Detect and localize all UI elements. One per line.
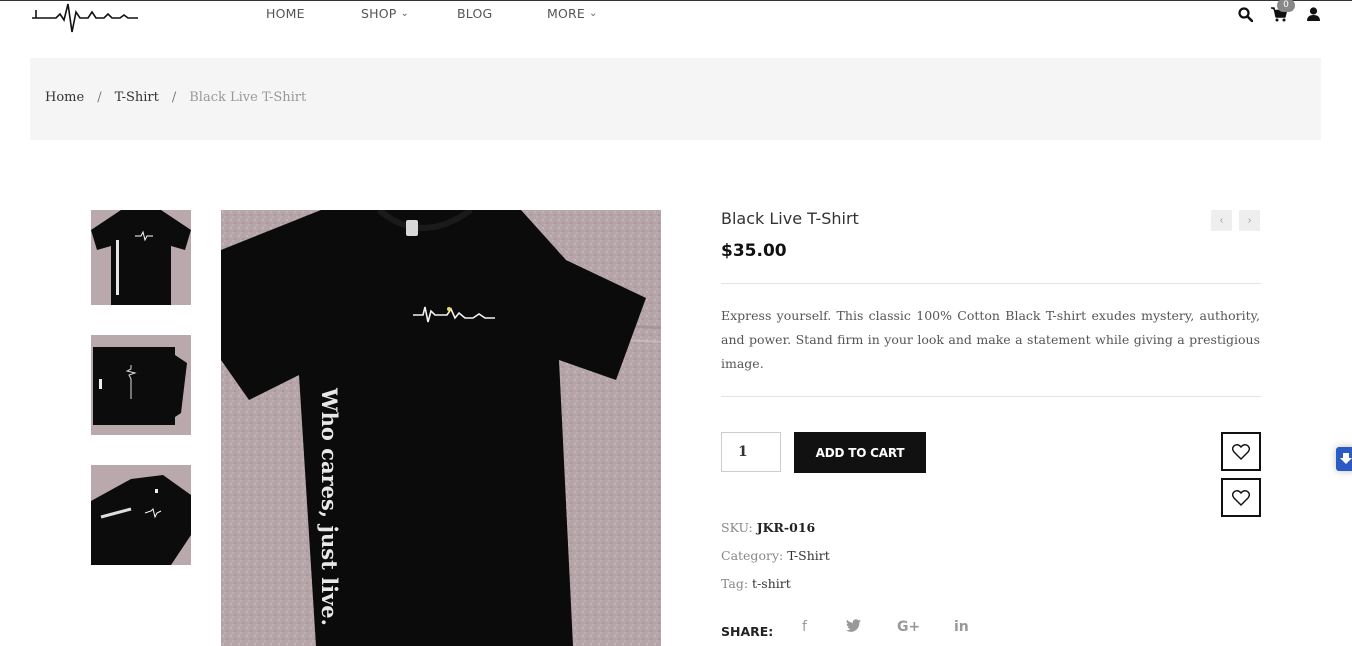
product-pagination: ‹ › <box>1211 210 1267 231</box>
twitter-icon[interactable] <box>846 619 861 636</box>
add-to-cart-button[interactable]: ADD TO CART <box>794 432 926 473</box>
cart-button[interactable]: 0 <box>1271 0 1295 22</box>
wishlist-button[interactable] <box>1221 432 1261 471</box>
quantity-input[interactable]: 1 <box>721 432 781 472</box>
prev-product-button[interactable]: ‹ <box>1211 210 1232 231</box>
breadcrumb: Home / T-Shirt / Black Live T-Shirt <box>45 90 306 105</box>
product-thumbnail-1[interactable] <box>91 210 191 305</box>
chevron-left-icon: ‹ <box>1219 215 1224 226</box>
product-price: $35.00 <box>721 241 787 261</box>
breadcrumb-category[interactable]: T-Shirt <box>115 90 159 105</box>
product-main-image[interactable]: Who cares, just live. <box>221 210 661 646</box>
nav-shop[interactable]: SHOP ⌄ <box>361 6 457 21</box>
product-thumbnail-3[interactable] <box>91 465 191 565</box>
breadcrumb-bar: Home / T-Shirt / Black Live T-Shirt <box>30 58 1321 140</box>
side-float-tab[interactable] <box>1336 447 1352 471</box>
breadcrumb-separator: / <box>97 90 102 105</box>
share-label: SHARE: <box>721 624 774 639</box>
search-icon[interactable] <box>1237 6 1253 22</box>
wishlist-button-secondary[interactable] <box>1221 478 1261 517</box>
product-title: Black Live T-Shirt <box>721 209 859 228</box>
next-product-button[interactable]: › <box>1239 210 1260 231</box>
heart-icon <box>1232 489 1250 506</box>
breadcrumb-separator: / <box>171 90 177 105</box>
cart-count-badge: 0 <box>1277 0 1295 12</box>
category-link[interactable]: T-Shirt <box>787 548 830 563</box>
nav-home[interactable]: HOME <box>266 6 361 21</box>
google-plus-icon[interactable]: G+ <box>897 619 920 635</box>
tag-link[interactable]: t-shirt <box>752 576 791 591</box>
user-icon[interactable] <box>1305 6 1321 22</box>
share-row: SHARE: f G+ in <box>721 619 969 639</box>
divider <box>721 396 1261 397</box>
heart-icon <box>1232 443 1250 460</box>
chevron-down-icon: ⌄ <box>589 8 598 19</box>
header-icons: 0 <box>1237 0 1321 22</box>
product-thumbnail-2[interactable] <box>91 335 191 435</box>
sku-value: JKR-016 <box>756 520 816 535</box>
top-border <box>0 0 1352 1</box>
shirt-print-text: Who cares, just live. <box>317 387 342 626</box>
product-sku: SKU: JKR-016 <box>721 520 816 535</box>
product-description: Express yourself. This classic 100% Cott… <box>721 308 1260 371</box>
facebook-icon[interactable]: f <box>802 619 807 635</box>
breadcrumb-current: Black Live T-Shirt <box>189 90 307 105</box>
site-logo[interactable] <box>30 0 140 36</box>
product-tag: Tag: t-shirt <box>721 576 791 591</box>
divider <box>721 283 1261 284</box>
breadcrumb-home[interactable]: Home <box>45 90 84 105</box>
nav-blog[interactable]: BLOG <box>457 6 547 21</box>
product-category: Category: T-Shirt <box>721 548 830 563</box>
nav-more[interactable]: MORE ⌄ <box>547 6 598 21</box>
chevron-down-icon: ⌄ <box>400 8 410 19</box>
download-icon <box>1340 453 1352 464</box>
main-nav: HOME SHOP ⌄ BLOG MORE ⌄ <box>266 6 598 21</box>
chevron-right-icon: › <box>1247 215 1252 226</box>
linkedin-icon[interactable]: in <box>954 619 969 635</box>
